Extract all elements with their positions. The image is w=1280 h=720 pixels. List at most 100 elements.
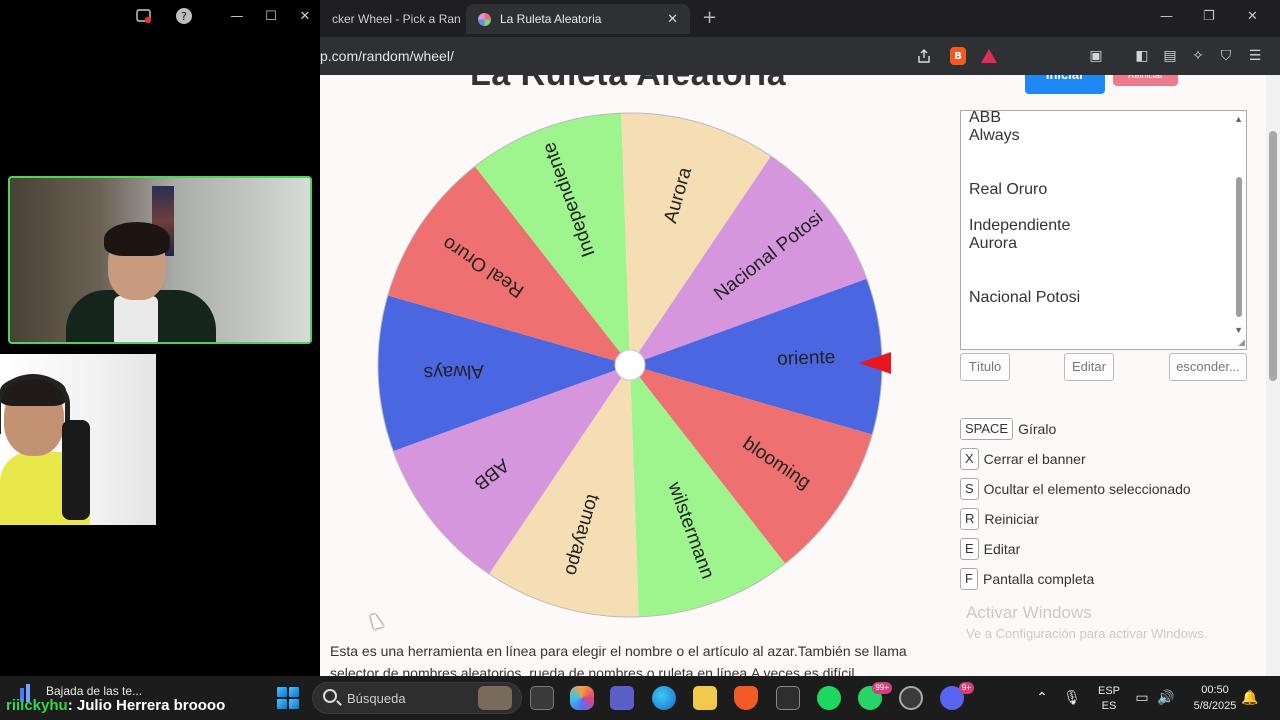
brave-shields-icon[interactable]: B (950, 47, 966, 65)
language-top[interactable]: ESP (1094, 685, 1124, 697)
browser-window: cker Wheel - Pick a Rando La Ruleta Alea… (320, 0, 1280, 676)
url-field[interactable]: p.com/random/wheel/ (320, 48, 454, 64)
start-menu-icon[interactable] (277, 687, 299, 709)
chat-username: riiickyhu (6, 697, 68, 714)
page-content: La Ruleta Aleatoria Iniciar Reiniciar Al… (320, 75, 1280, 676)
hide-button[interactable]: esconder... (1169, 353, 1247, 381)
shortcut-key: F (960, 568, 978, 590)
spotify-icon[interactable] (817, 686, 841, 710)
participant-video-self[interactable] (0, 354, 156, 525)
taskbar-search[interactable]: Búsqueda (312, 682, 522, 714)
shortcut-key: S (960, 478, 979, 500)
shortcut-row: E Editar (960, 537, 1020, 561)
whatsapp-badge: 99+ (872, 682, 892, 694)
discord-badge: 9+ (958, 682, 974, 694)
leo-ai-icon[interactable]: ✧ (1188, 46, 1208, 66)
scroll-down-icon[interactable]: ▼ (1234, 325, 1243, 335)
chat-message: : Julio Herrera broooo (67, 697, 226, 714)
shortcut-description: Pantalla completa (983, 571, 1095, 587)
window-restore-icon[interactable]: ❐ (1203, 9, 1215, 24)
page-scroll-thumb[interactable] (1269, 131, 1277, 381)
share-icon[interactable] (914, 46, 934, 66)
participant-hair (104, 222, 170, 256)
edge-icon[interactable] (652, 686, 676, 710)
reset-button[interactable]: Reiniciar (1113, 75, 1178, 86)
tab-close-icon[interactable]: ✕ (667, 11, 678, 27)
wheel-pointer-icon (859, 352, 891, 374)
minimize-icon[interactable]: — (227, 6, 247, 26)
screen-record-icon[interactable] (134, 6, 154, 26)
obs-icon[interactable] (899, 686, 923, 710)
shortcut-key: R (960, 508, 980, 530)
start-button[interactable]: Iniciar (1025, 75, 1105, 94)
window-minimize-icon[interactable]: — (1160, 9, 1173, 24)
resize-grip-icon[interactable]: ◢ (1238, 337, 1245, 348)
screen: ? — ☐ ✕ cker Wheel - Pick a Rando La Rul… (0, 0, 1280, 720)
widgets-news-text[interactable]: Bajada de las te... (46, 684, 142, 698)
vpn-shield-icon[interactable]: ⛉ (1216, 46, 1236, 66)
copilot-icon[interactable] (570, 686, 594, 710)
brave-browser-icon[interactable] (734, 686, 758, 710)
brave-rewards-icon[interactable] (981, 49, 997, 63)
help-icon[interactable]: ? (174, 6, 194, 26)
title-button[interactable]: Título (960, 353, 1010, 381)
language-bottom[interactable]: ES (1094, 700, 1124, 712)
entries-scroll-thumb[interactable] (1236, 177, 1242, 317)
window-close-icon[interactable]: ✕ (1247, 9, 1258, 24)
headphones (0, 374, 70, 434)
shortcut-row: S Ocultar el elemento seleccionado (960, 477, 1191, 501)
tab-title: cker Wheel - Pick a Rando (332, 12, 460, 26)
tab-title: La Ruleta Aleatoria (500, 12, 602, 26)
clock-date[interactable]: 5/8/2025 (1185, 700, 1245, 712)
volume-icon[interactable]: 🔊 (1157, 689, 1175, 707)
wallet-icon[interactable]: ▤ (1160, 46, 1180, 66)
file-explorer-icon[interactable] (693, 686, 717, 710)
tray-overflow-icon[interactable]: ⌃ (1033, 689, 1051, 707)
wheel[interactable]: AlwaysReal OruroIndependiente AuroraNacio… (370, 105, 890, 625)
menu-icon[interactable]: ☰ (1245, 46, 1265, 66)
entries-textarea[interactable]: ▲ ▼ ◢ ABB Always Real Oruro Independiente Au… (960, 110, 1247, 350)
new-tab-icon[interactable]: + (702, 7, 717, 28)
shortcut-key: X (960, 448, 979, 470)
clock-time[interactable]: 00:50 (1185, 684, 1245, 696)
edit-button[interactable]: Editar (1064, 353, 1114, 381)
ms-store-icon[interactable] (776, 686, 800, 710)
shortcut-row: F Pantalla completa (960, 567, 1094, 591)
chat-overlay: riiickyhu: Julio Herrera broooo (6, 697, 225, 714)
tab-picker-wheel[interactable]: cker Wheel - Pick a Rando (320, 4, 460, 34)
page-scrollbar[interactable] (1266, 75, 1280, 676)
discord-icon[interactable]: 9+ (940, 682, 974, 710)
task-view-icon[interactable] (530, 686, 554, 710)
shortcut-description: Editar (983, 541, 1021, 557)
wheel-segment-label: oriente (777, 347, 836, 370)
tab-bar: cker Wheel - Pick a Rando La Ruleta Alea… (320, 0, 1280, 37)
entries-scrollbar[interactable]: ▲ ▼ (1232, 111, 1246, 349)
wheel-center-hub[interactable] (614, 349, 646, 381)
wheel-favicon-icon (478, 12, 491, 26)
entry-line: Always (969, 127, 1020, 144)
maximize-icon[interactable]: ☐ (261, 6, 281, 26)
shortcut-key: SPACE (960, 418, 1014, 440)
shortcut-description: Ocultar el elemento seleccionado (983, 481, 1191, 497)
shortcut-key: E (960, 538, 979, 560)
participant-video-main[interactable] (8, 176, 312, 344)
network-icon[interactable]: ▭ (1133, 689, 1151, 707)
wheel-segment-label: Always (423, 360, 484, 383)
search-highlight-image (478, 686, 512, 710)
entry-line: Nacional Potosi (969, 289, 1081, 306)
tab-ruleta-aleatoria[interactable]: La Ruleta Aleatoria ✕ (466, 4, 690, 34)
whatsapp-icon[interactable]: 99+ (858, 682, 892, 710)
sidebar-icon[interactable]: ◧ (1132, 46, 1152, 66)
close-icon[interactable]: ✕ (295, 6, 315, 26)
reader-mode-icon[interactable]: ▣ (1086, 46, 1106, 66)
notifications-icon[interactable]: 🔔 (1241, 689, 1259, 707)
entry-line: Real Oruro (969, 181, 1048, 198)
entry-line: Aurora (969, 235, 1018, 252)
page-title: La Ruleta Aleatoria (470, 75, 786, 94)
teams-icon[interactable] (610, 686, 634, 710)
microphone-tray-icon[interactable]: 🎙 (1063, 689, 1081, 707)
description-text: Esta es una herramienta en línea para el… (330, 643, 907, 676)
scroll-up-icon[interactable]: ▲ (1234, 114, 1243, 124)
shortcut-row: R Reiniciar (960, 507, 1039, 531)
address-bar: p.com/random/wheel/ B ▣ ◧ ▤ ✧ ⛉ ☰ (320, 37, 1280, 75)
